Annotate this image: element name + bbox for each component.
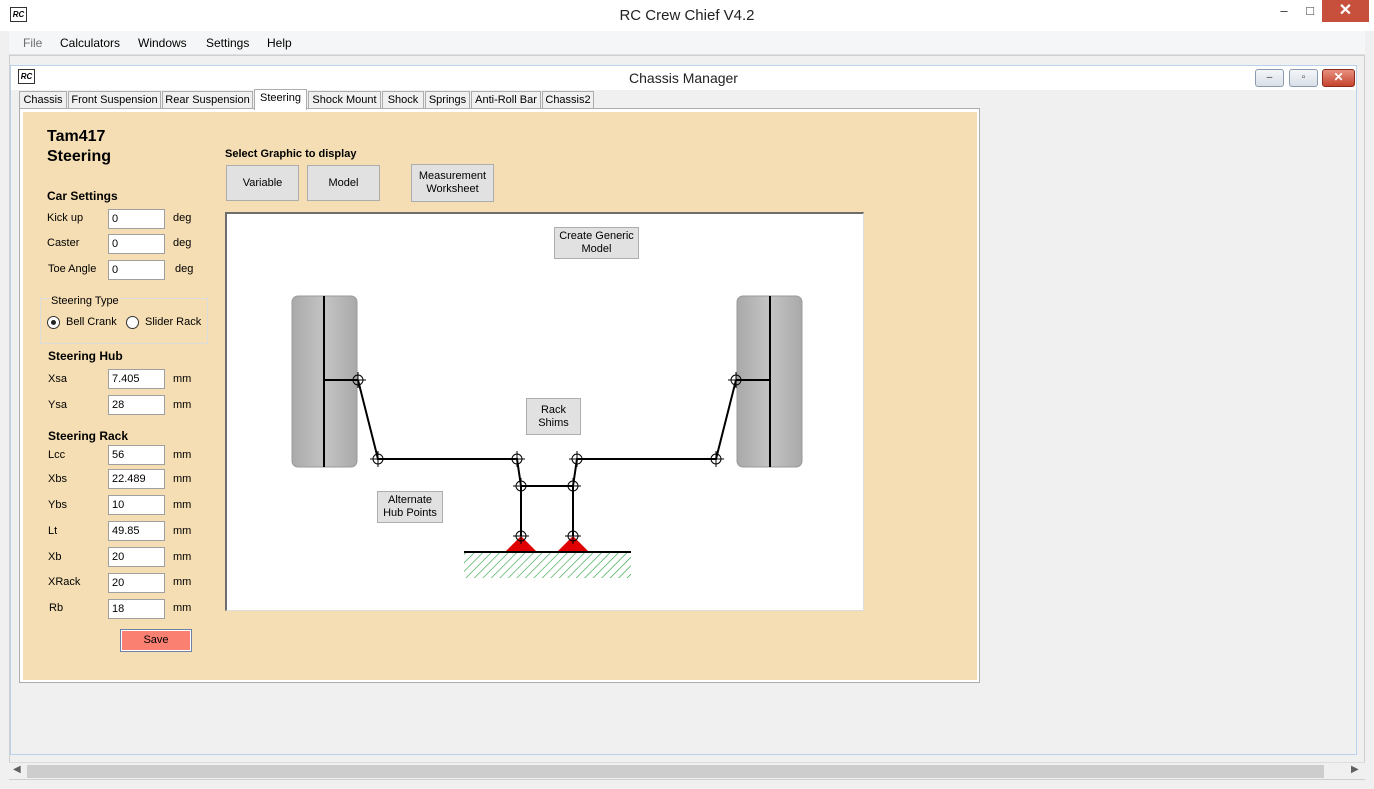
create-generic-model-button[interactable]: Create Generic Model xyxy=(554,227,639,259)
model-button[interactable]: Model xyxy=(307,165,380,201)
xb-unit: mm xyxy=(173,551,192,563)
lt-input[interactable] xyxy=(108,521,165,541)
menu-file[interactable]: File xyxy=(23,36,42,50)
lt-label: Lt xyxy=(48,525,58,537)
variable-button[interactable]: Variable xyxy=(226,165,299,201)
right-wheel xyxy=(736,295,803,468)
tab-shock-mount[interactable]: Shock Mount xyxy=(308,91,381,109)
ground-hatch xyxy=(464,551,631,578)
xb-input[interactable] xyxy=(108,547,165,567)
close-button[interactable]: ✕ xyxy=(1322,0,1369,22)
xb-label: Xb xyxy=(48,551,62,563)
slider-rack-label[interactable]: Slider Rack xyxy=(145,316,201,328)
steering-rack-heading: Steering Rack xyxy=(48,429,129,443)
xrack-input[interactable] xyxy=(108,573,165,593)
ybs-input[interactable] xyxy=(108,495,165,515)
rb-unit: mm xyxy=(173,602,192,614)
car-settings-heading: Car Settings xyxy=(47,189,118,203)
left-wheel xyxy=(291,295,358,468)
scrollbar-thumb[interactable] xyxy=(27,765,1324,778)
measurement-worksheet-button[interactable]: Measurement Worksheet xyxy=(411,164,494,202)
page-title: Steering xyxy=(47,148,112,165)
lcc-label: Lcc xyxy=(48,449,66,461)
caster-input[interactable] xyxy=(108,234,165,254)
scroll-right-icon[interactable]: ▶ xyxy=(1351,764,1359,775)
lcc-input[interactable] xyxy=(108,445,165,465)
tab-chassis2[interactable]: Chassis2 xyxy=(542,91,594,109)
caster-label: Caster xyxy=(47,237,80,249)
steering-hub-heading: Steering Hub xyxy=(48,349,123,363)
ybs-unit: mm xyxy=(173,499,192,511)
scroll-left-icon[interactable]: ◀ xyxy=(13,764,21,775)
toe-angle-unit: deg xyxy=(175,263,194,275)
xbs-input[interactable] xyxy=(108,469,165,489)
kick-up-label: Kick up xyxy=(47,212,84,224)
child-minimize-button[interactable]: – xyxy=(1255,69,1284,87)
bell-crank-radio[interactable] xyxy=(47,316,60,329)
child-close-button[interactable]: ✕ xyxy=(1322,69,1355,87)
kick-up-unit: deg xyxy=(173,212,192,224)
tab-springs[interactable]: Springs xyxy=(425,91,470,109)
xrack-label: XRack xyxy=(48,576,81,588)
car-name-heading: Tam417 Steering xyxy=(47,127,111,167)
tab-steering[interactable]: Steering xyxy=(254,89,307,110)
ybs-label: Ybs xyxy=(48,499,67,511)
rb-label: Rb xyxy=(49,602,64,614)
tab-shock[interactable]: Shock xyxy=(382,91,424,109)
select-graphic-heading: Select Graphic to display xyxy=(225,148,357,160)
xbs-label: Xbs xyxy=(48,473,67,485)
menu-help[interactable]: Help xyxy=(267,36,292,50)
horizontal-scrollbar[interactable]: ◀ ▶ xyxy=(9,762,1365,779)
rack-shims-button[interactable]: Rack Shims xyxy=(526,398,581,435)
tab-front-suspension[interactable]: Front Suspension xyxy=(68,91,161,109)
rb-input[interactable] xyxy=(108,599,165,619)
xsa-label: Xsa xyxy=(48,373,67,385)
bell-crank-label[interactable]: Bell Crank xyxy=(66,316,117,328)
chassis-manager-titlebar: RC Chassis Manager – ▫ ✕ xyxy=(11,66,1356,90)
ysa-label: Ysa xyxy=(48,399,67,411)
tab-rear-suspension[interactable]: Rear Suspension xyxy=(162,91,253,109)
steering-type-label: Steering Type xyxy=(50,295,120,307)
tab-chassis[interactable]: Chassis xyxy=(19,91,67,109)
tab-anti-roll-bar[interactable]: Anti-Roll Bar xyxy=(471,91,541,109)
menu-bar: File Calculators Windows Settings Help xyxy=(9,31,1365,55)
menu-windows[interactable]: Windows xyxy=(138,36,187,50)
menu-calculators[interactable]: Calculators xyxy=(60,36,120,50)
menu-settings[interactable]: Settings xyxy=(206,36,249,50)
toe-angle-input[interactable] xyxy=(108,260,165,280)
ysa-unit: mm xyxy=(173,399,192,411)
car-name: Tam417 xyxy=(47,128,106,145)
minimize-button[interactable]: – xyxy=(1270,0,1298,22)
child-restore-button[interactable]: ▫ xyxy=(1289,69,1318,87)
xbs-unit: mm xyxy=(173,473,192,485)
lcc-unit: mm xyxy=(173,449,192,461)
bell-crank-mounts xyxy=(505,528,589,552)
app-titlebar: RC RC Crew Chief V4.2 – □ ✕ xyxy=(0,0,1374,31)
app-title: RC Crew Chief V4.2 xyxy=(619,7,755,24)
slider-rack-radio[interactable] xyxy=(126,316,139,329)
child-window-title: Chassis Manager xyxy=(629,70,738,86)
xsa-input[interactable] xyxy=(108,369,165,389)
toe-angle-label: Toe Angle xyxy=(48,263,97,275)
save-button[interactable]: Save xyxy=(120,629,192,652)
ysa-input[interactable] xyxy=(108,395,165,415)
xsa-unit: mm xyxy=(173,373,192,385)
lt-unit: mm xyxy=(173,525,192,537)
caster-unit: deg xyxy=(173,237,192,249)
maximize-button[interactable]: □ xyxy=(1296,0,1324,22)
alternate-hub-points-button[interactable]: Alternate Hub Points xyxy=(377,491,443,523)
kick-up-input[interactable] xyxy=(108,209,165,229)
xrack-unit: mm xyxy=(173,576,192,588)
